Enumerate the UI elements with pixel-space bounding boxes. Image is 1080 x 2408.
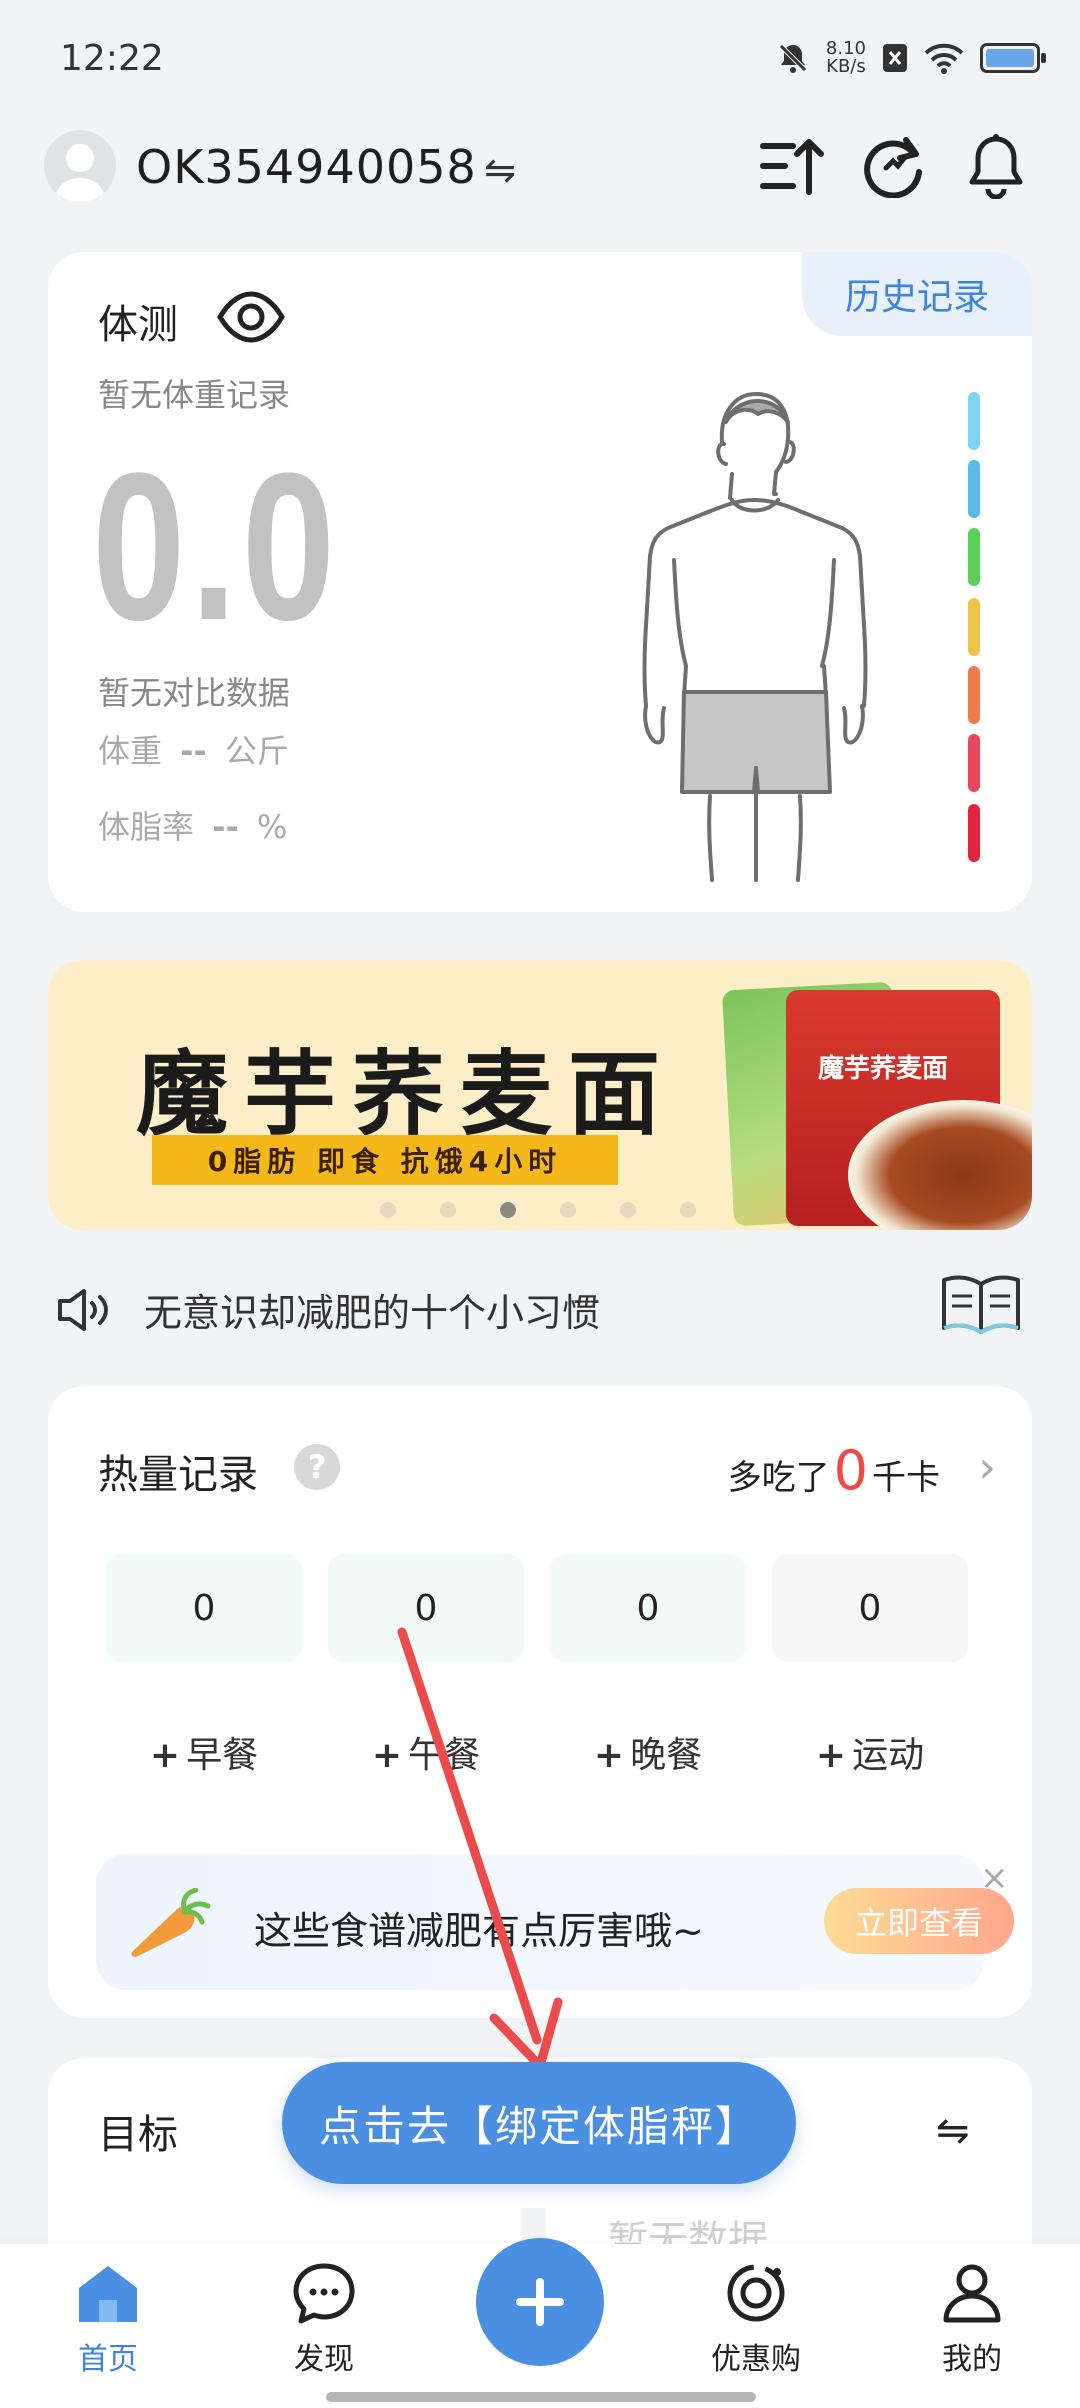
- scale-level-3: [968, 528, 980, 586]
- speaker-icon: [58, 1289, 108, 1331]
- switch-account-icon[interactable]: ⇋: [484, 148, 516, 192]
- nav-mine[interactable]: 我的: [892, 2262, 1052, 2378]
- home-indicator[interactable]: [326, 2392, 756, 2402]
- nav-label: 我的: [942, 2342, 1002, 2377]
- dinner-calories: 0: [550, 1554, 746, 1662]
- pagination-dot[interactable]: [680, 1202, 696, 1218]
- recipe-text: 这些食谱减肥有点厉害哦~: [254, 1909, 704, 1953]
- status-icons: 8.10 KB/s: [776, 40, 1046, 76]
- nav-home[interactable]: 首页: [28, 2262, 188, 2378]
- scale-level-4: [968, 598, 980, 656]
- avatar[interactable]: [44, 130, 116, 202]
- person-icon: [943, 2264, 1001, 2323]
- add-dinner-button[interactable]: + 晚餐: [550, 1726, 746, 1778]
- help-icon[interactable]: ?: [294, 1444, 340, 1490]
- chevron-right-icon[interactable]: ›: [978, 1442, 996, 1493]
- meal-label: 运动: [852, 1735, 925, 1776]
- pagination-dot[interactable]: [620, 1202, 636, 1218]
- chat-bubble-icon: [293, 2263, 355, 2324]
- weight-label: 体重: [98, 732, 163, 770]
- bodyfat-unit: %: [256, 808, 288, 846]
- carrot-icon: [131, 1888, 211, 1957]
- book-icon[interactable]: [940, 1272, 1022, 1336]
- status-time: 12:22: [60, 38, 164, 79]
- scale-level-1: [968, 392, 980, 450]
- sim-off-icon: [883, 44, 907, 72]
- weight-row: 体重 -- 公斤: [98, 726, 289, 772]
- calorie-record-card: 热量记录 ? 多吃了 0 千卡 › 0 0 0 0 + 早餐 + 午餐 + 晚餐 + 运…: [48, 1386, 1032, 2018]
- exercise-calories: 0: [772, 1554, 968, 1662]
- nav-label: 发现: [294, 2342, 354, 2377]
- add-breakfast-button[interactable]: + 早餐: [106, 1726, 302, 1778]
- pagination-dot[interactable]: [560, 1202, 576, 1218]
- plus-icon: +: [149, 1735, 181, 1776]
- tip-row[interactable]: [56, 1280, 112, 1340]
- mute-icon: [779, 44, 807, 73]
- recipe-banner[interactable]: 这些食谱减肥有点厉害哦~ 立即查看 ×: [96, 1854, 1014, 1990]
- lunch-calories: 0: [328, 1554, 524, 1662]
- home-icon: [79, 2266, 137, 2322]
- weight-value: --: [180, 732, 207, 770]
- body-measure-title: 体测: [98, 302, 178, 348]
- calorie-summary[interactable]: 多吃了 0 千卡: [728, 1444, 940, 1499]
- nav-label: 首页: [78, 2342, 138, 2377]
- no-weight-record: 暂无体重记录: [98, 376, 291, 414]
- bell-icon[interactable]: [956, 126, 1036, 206]
- bind-scale-button[interactable]: 点击去【绑定体脂秤】: [282, 2062, 796, 2184]
- refresh-icon[interactable]: [854, 126, 934, 206]
- weight-unit: 公斤: [224, 732, 289, 770]
- meal-label: 晚餐: [630, 1735, 703, 1776]
- close-icon[interactable]: ×: [980, 1858, 1009, 1898]
- battery-icon: [980, 43, 1046, 73]
- body-measure-card[interactable]: 历史记录 体测 暂无体重记录 0.0 暂无对比数据 体重 -- 公斤 体脂率 -…: [48, 252, 1032, 912]
- summary-prefix: 多吃了: [727, 1458, 830, 1498]
- banner-title: 魔芋荞麦面: [136, 1041, 677, 1148]
- plus-icon: +: [593, 1735, 625, 1776]
- net-speed-unit: KB/s: [826, 56, 866, 77]
- coupon-icon: [727, 2264, 785, 2322]
- bodyfat-value: --: [212, 808, 239, 846]
- tip-text[interactable]: 无意识却减肥的十个小习惯: [144, 1282, 600, 1337]
- username[interactable]: OK354940058: [136, 140, 477, 194]
- bottom-nav: 首页 发现 优惠购 我的: [0, 2238, 1080, 2408]
- breakfast-calories: 0: [106, 1554, 302, 1662]
- pagination-dot[interactable]: [440, 1202, 456, 1218]
- scale-level-6: [968, 734, 980, 792]
- banner-tagline: 0脂肪 即食 抗饿4小时: [152, 1135, 618, 1185]
- scale-level-7: [968, 804, 980, 862]
- body-figure-illustration: [642, 392, 868, 882]
- history-button[interactable]: 历史记录: [802, 252, 1032, 336]
- add-lunch-button[interactable]: + 午餐: [328, 1726, 524, 1778]
- pagination-dot[interactable]: [380, 1202, 396, 1218]
- net-speed: 8.10 KB/s: [826, 40, 866, 76]
- eye-icon[interactable]: [216, 290, 286, 344]
- bodyfat-label: 体脂率: [98, 808, 195, 846]
- pagination-dot-active[interactable]: [500, 1202, 516, 1218]
- wifi-icon: [924, 43, 964, 74]
- bodyfat-row: 体脂率 -- %: [98, 802, 287, 848]
- scale-level-2: [968, 460, 980, 518]
- no-compare-data: 暂无对比数据: [98, 674, 291, 712]
- summary-value: 0: [833, 1439, 868, 1502]
- nav-label: 优惠购: [711, 2342, 801, 2377]
- add-record-button[interactable]: [476, 2238, 604, 2366]
- plus-icon: +: [371, 1735, 403, 1776]
- nav-discover[interactable]: 发现: [244, 2262, 404, 2378]
- weight-big-value: 0.0: [92, 429, 340, 664]
- calorie-title: 热量记录: [98, 1452, 258, 1498]
- sort-icon[interactable]: [752, 126, 832, 206]
- summary-unit: 千卡: [872, 1458, 940, 1498]
- add-icon: [516, 2278, 564, 2326]
- package-label: 魔芋荞麦面: [818, 1054, 949, 1084]
- promo-banner[interactable]: 魔芋荞麦面 0脂肪 即食 抗饿4小时 魔芋荞麦面: [48, 960, 1032, 1230]
- scale-level-5: [968, 666, 980, 724]
- meal-label: 午餐: [408, 1735, 481, 1776]
- banner-pagination: [380, 1202, 696, 1218]
- plus-icon: +: [815, 1735, 847, 1776]
- meal-label: 早餐: [186, 1735, 259, 1776]
- goal-title: 目标: [98, 2112, 178, 2158]
- goal-switch-icon[interactable]: ⇋: [936, 2108, 970, 2154]
- nav-coupon[interactable]: 优惠购: [676, 2262, 836, 2378]
- add-exercise-button[interactable]: + 运动: [772, 1726, 968, 1778]
